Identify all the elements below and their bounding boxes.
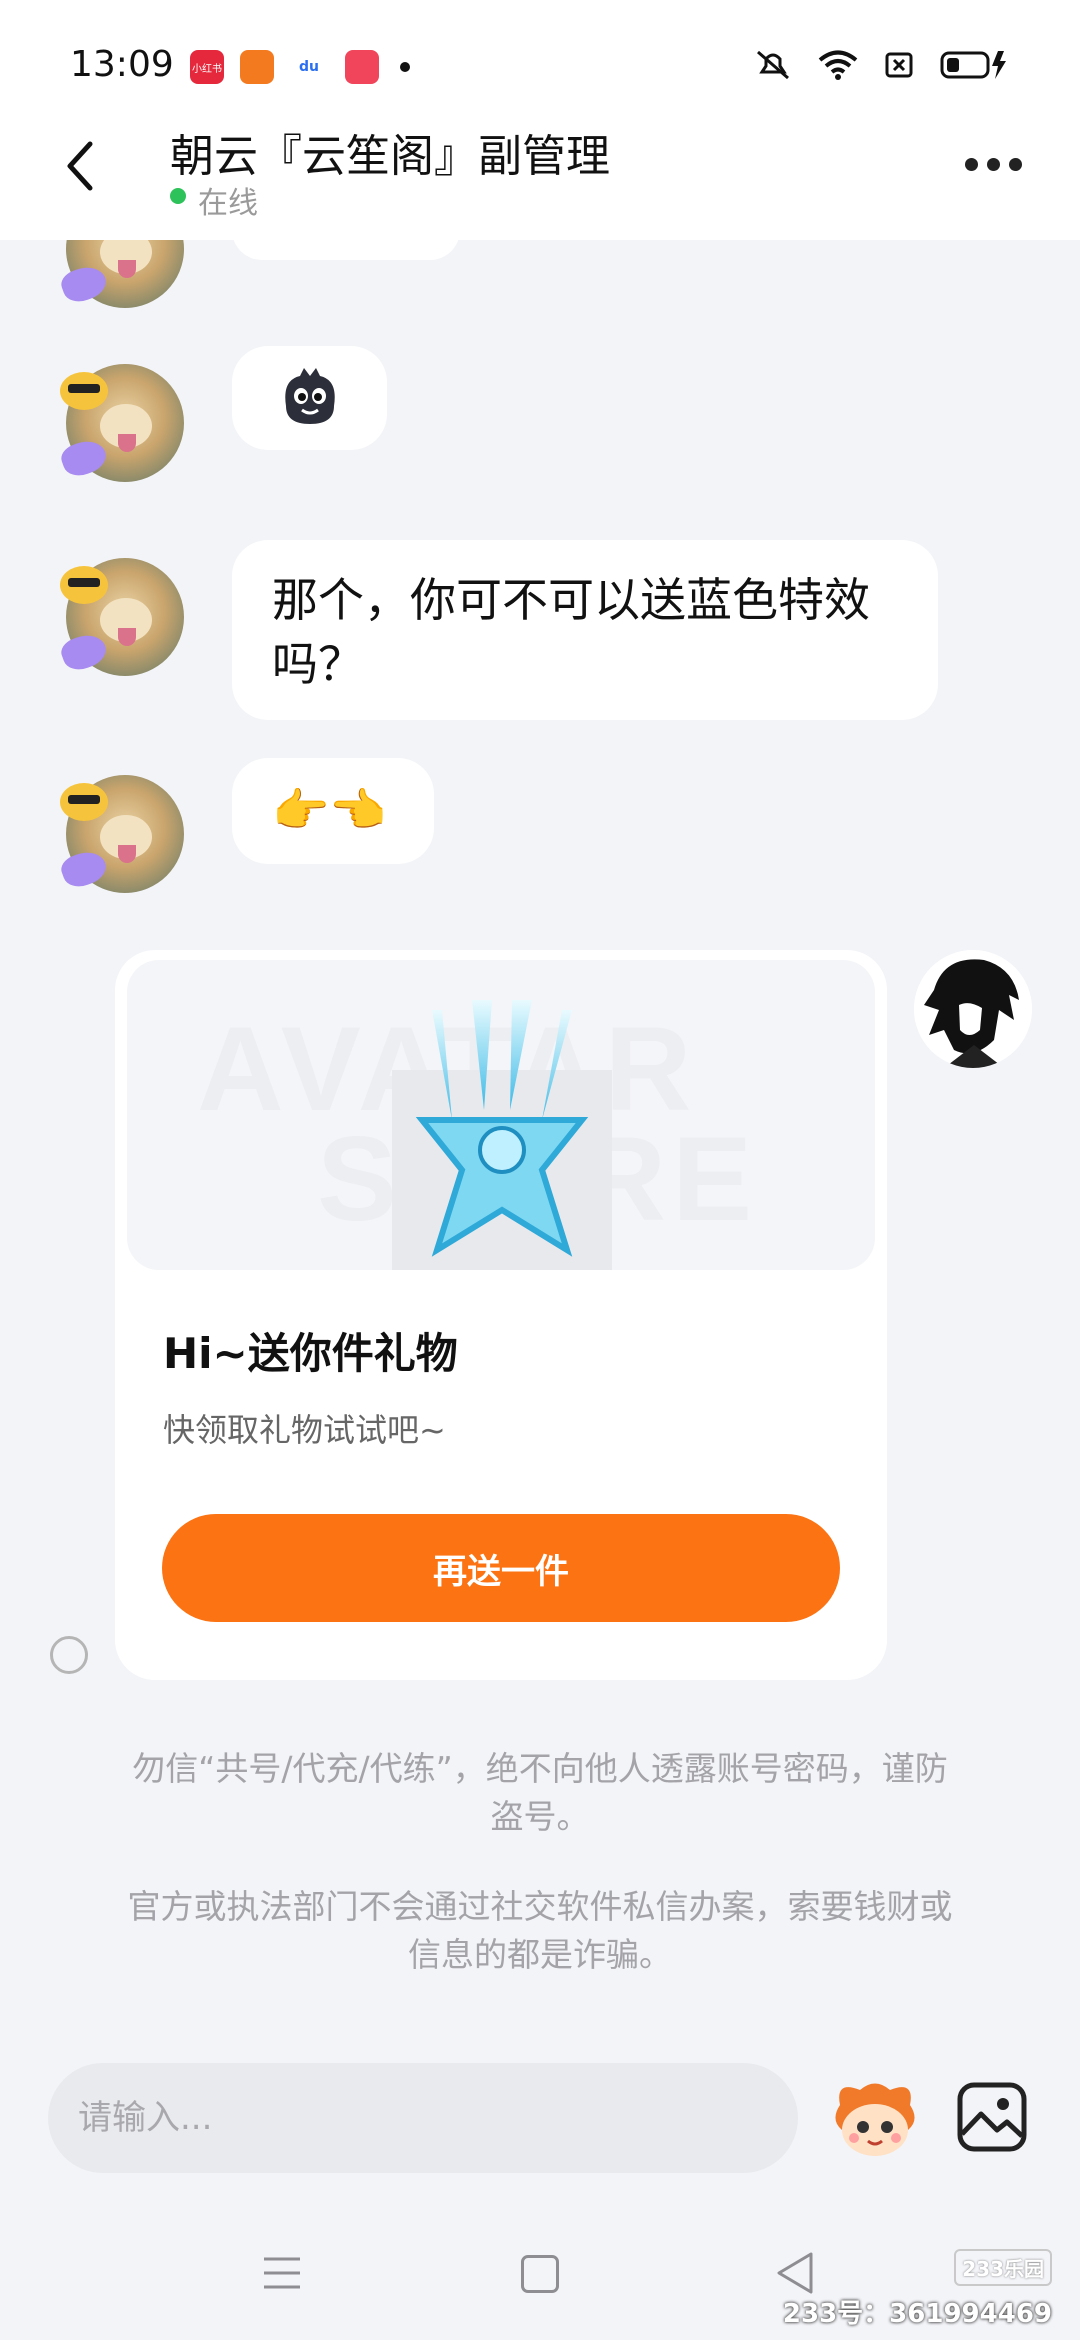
message-input-bar [0,2025,1080,2205]
message-text-line: 那个，你可不可以送蓝色特效 [272,573,870,627]
security-notice: 勿信“共号/代充/代练”，绝不向他人透露账号密码，谨防 盗号。 [80,1745,1000,1841]
system-nav-bar: 233乐园 233号：361994469 [0,2205,1080,2340]
notice-line: 盗号。 [490,1797,590,1836]
online-status-text: 在线 [198,186,258,221]
recent-apps-icon[interactable] [262,2255,302,2291]
message-text: 那个，你可不可以送蓝色特效 吗？ [232,540,938,724]
emoji-text: 👉👈 [272,783,387,837]
notice-line: 勿信“共号/代充/代练”，绝不向他人透露账号密码，谨防 [132,1749,948,1788]
chat-title: 朝云『云笙阁』副管理 [170,131,610,182]
xiaohongshu-app-icon: 小红书 [190,50,224,84]
wifi-icon [818,50,858,80]
site-watermark-logo: 233乐园 [954,2249,1052,2286]
image-picker-icon[interactable] [955,2080,1029,2154]
sim-icon [885,52,913,78]
blue-star-effect-icon [415,1000,589,1257]
system-back-icon[interactable] [775,2251,815,2295]
battery-charging-icon [940,51,1006,79]
fraud-notice: 官方或执法部门不会通过社交软件私信办案，索要钱财或 信息的都是诈骗。 [80,1883,1000,1979]
back-arrow-icon[interactable] [58,136,108,196]
notification-dot [400,62,410,72]
video-app-icon [345,50,379,84]
gift-preview-image: AVATAR STORE [127,960,875,1270]
text-message-bubble[interactable]: 那个，你可不可以送蓝色特效 吗？ [232,540,938,720]
dark-anime-avatar-icon [914,950,1032,1068]
status-time: 13:09 [70,44,174,85]
status-icons [754,48,1010,82]
my-avatar[interactable] [914,950,1032,1068]
contact-avatar[interactable] [57,775,184,893]
more-options-icon[interactable] [965,154,1025,174]
chat-message-list[interactable]: 那个，你可不可以送蓝色特效 吗？ 👉👈 AVATAR STORE [0,240,1080,2025]
gift-card-subtitle: 快领取礼物试试吧~ [163,1411,446,1449]
send-another-gift-button[interactable]: 再送一件 [162,1514,840,1622]
contact-avatar[interactable] [57,364,184,482]
gift-card-title: Hi~送你件礼物 [163,1329,458,1378]
message-text-line: 吗？ [272,637,364,691]
home-icon[interactable] [521,2255,559,2293]
mascot-emoji-icon[interactable] [830,2075,920,2165]
kuaishou-app-icon [240,50,274,84]
contact-avatar[interactable] [57,558,184,676]
message-select-radio[interactable] [50,1636,88,1674]
gift-card[interactable]: AVATAR STORE Hi~送你件礼物 快领取礼物试试吧~ 再送一件 [115,950,887,1680]
contact-avatar[interactable] [57,240,184,308]
notice-line: 官方或执法部门不会通过社交软件私信办案，索要钱财或 [127,1887,953,1926]
emoji-message-bubble[interactable]: 👉👈 [232,758,434,864]
message-bubble[interactable] [232,240,460,260]
baidu-app-icon: du [292,50,326,84]
dark-blob-sticker-icon [285,368,335,424]
site-watermark-text: 233号：361994469 [782,2299,1052,2329]
chat-header: 朝云『云笙阁』副管理 在线 [0,100,1080,240]
sticker-message-bubble[interactable] [232,346,387,450]
mute-icon [757,50,789,80]
notice-line: 信息的都是诈骗。 [408,1935,672,1974]
message-input[interactable] [48,2063,798,2173]
online-status-dot [170,188,186,204]
